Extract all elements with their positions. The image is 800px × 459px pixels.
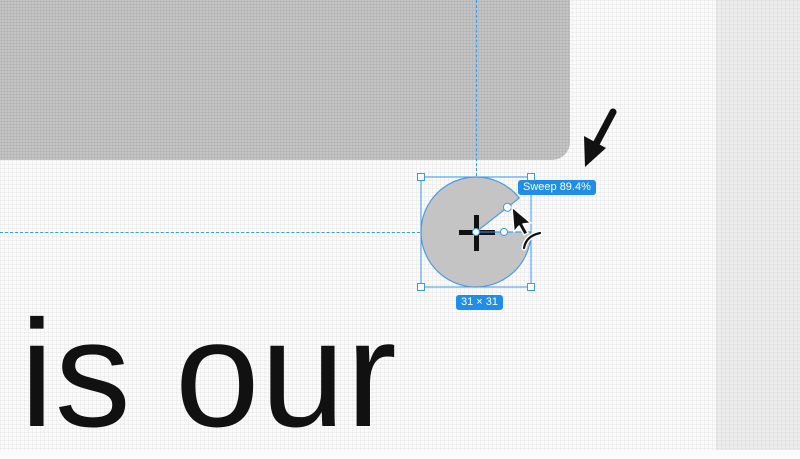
arrow-pointer-icon <box>511 206 532 236</box>
center-handle[interactable] <box>472 228 480 236</box>
resize-handle-bottom-right[interactable] <box>527 283 535 291</box>
ratio-handle[interactable] <box>500 228 508 236</box>
dimensions-badge: 31 × 31 <box>456 295 504 310</box>
resize-handle-bottom-left[interactable] <box>417 283 425 291</box>
selection-overlay <box>417 108 617 291</box>
resize-handle-top-left[interactable] <box>417 173 425 181</box>
annotation-arrow-icon <box>584 108 617 167</box>
sweep-percentage-badge: Sweep 89.4% <box>518 180 596 195</box>
sweep-handle[interactable] <box>502 202 512 212</box>
